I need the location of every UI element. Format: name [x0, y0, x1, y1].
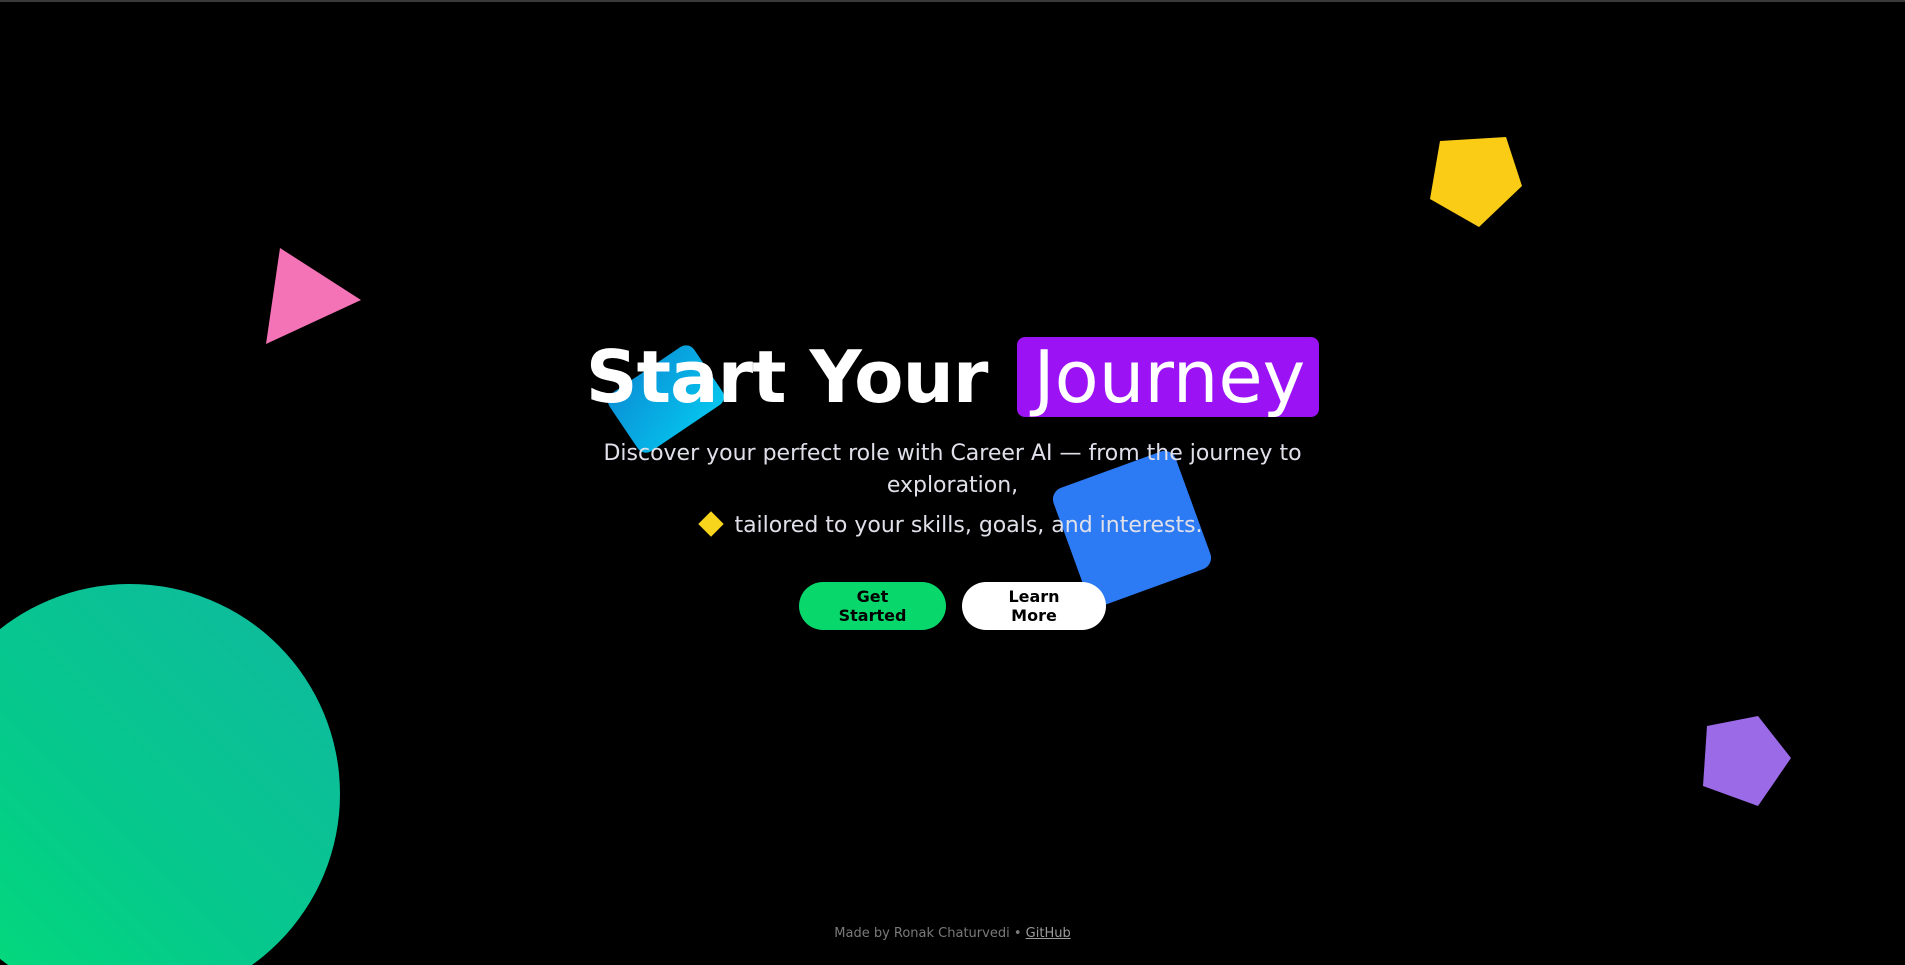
hero-section: Start Your Journey Discover your perfect… [0, 332, 1905, 630]
hero-tagline: tailored to your skills, goals, and inte… [0, 510, 1905, 542]
hero-title: Start Your Journey [0, 332, 1905, 422]
decorative-circle [0, 584, 340, 965]
hero-tagline-text: tailored to your skills, goals, and inte… [734, 513, 1203, 538]
footer-separator: • [1013, 926, 1022, 941]
footer-credit: Made by Ronak Chaturvedi [834, 926, 1010, 941]
get-started-button[interactable]: Get Started [799, 582, 946, 630]
diamond-icon [698, 511, 725, 537]
decorative-triangle [266, 248, 361, 344]
hero-title-highlight: Journey [1017, 337, 1320, 417]
hero-subtitle: Discover your perfect role with Career A… [603, 441, 1302, 498]
decorative-pentagon-yellow [1430, 137, 1522, 227]
github-link[interactable]: GitHub [1026, 926, 1071, 941]
footer: Made by Ronak Chaturvedi • GitHub [0, 926, 1905, 941]
learn-more-button[interactable]: Learn More [962, 582, 1106, 630]
cta-buttons: Get Started Learn More [0, 582, 1905, 630]
decorative-pentagon-purple [1703, 716, 1791, 806]
hero-title-text: Start Your [585, 335, 989, 419]
